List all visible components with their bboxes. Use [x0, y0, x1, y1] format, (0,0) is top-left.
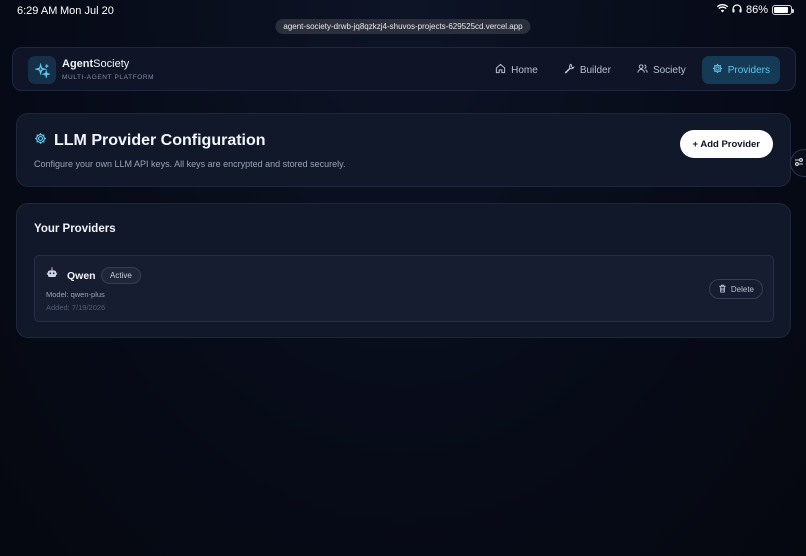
- providers-card: Your Providers Qwen Active Model: qwen-p…: [16, 203, 791, 338]
- side-panel-handle[interactable]: [790, 149, 806, 177]
- nav-builder[interactable]: Builder: [554, 56, 621, 84]
- provider-model: Model: qwen-plus: [46, 290, 105, 299]
- status-indicators: 86%: [716, 4, 794, 16]
- trash-icon: [718, 284, 727, 295]
- config-description: Configure your own LLM API keys. All key…: [34, 159, 346, 169]
- config-card: LLM Provider Configuration Configure you…: [16, 113, 791, 187]
- battery-icon: [772, 5, 794, 15]
- url-bar[interactable]: agent-society-drwb-jq8qzkzj4-shuvos-proj…: [275, 19, 531, 34]
- users-icon: [637, 63, 648, 77]
- delete-provider-button[interactable]: Delete: [708, 279, 763, 299]
- providers-heading: Your Providers: [34, 223, 116, 235]
- sparkles-icon[interactable]: [28, 56, 56, 84]
- nav-home-label: Home: [511, 64, 538, 76]
- robot-icon: [46, 267, 58, 282]
- home-icon: [495, 63, 506, 77]
- brand-subtitle: MULTI-AGENT PLATFORM: [62, 74, 155, 81]
- status-date: Mon Jul 20: [60, 5, 114, 17]
- nav-home[interactable]: Home: [485, 56, 548, 84]
- sliders-icon: [794, 154, 804, 172]
- brand-name-bold: Agent: [62, 58, 94, 70]
- battery-percent: 86%: [745, 4, 768, 16]
- nav-builder-label: Builder: [579, 64, 611, 76]
- status-time: 6:29 AM: [17, 5, 58, 17]
- nav-society[interactable]: Society: [627, 56, 696, 84]
- nav-links: Home Builder Society Providers: [485, 56, 780, 84]
- headphones-icon: [732, 4, 742, 16]
- nav-providers-label: Providers: [727, 64, 770, 76]
- status-badge: Active: [101, 267, 141, 284]
- provider-name: Qwen: [67, 270, 96, 282]
- nav-providers[interactable]: Providers: [701, 56, 780, 84]
- nav-society-label: Society: [652, 64, 686, 76]
- page-title: LLM Provider Configuration: [54, 132, 266, 149]
- provider-added-date: Added: 7/19/2026: [46, 303, 106, 312]
- delete-label: Delete: [730, 284, 754, 294]
- battery-fill: [774, 7, 788, 13]
- page: 6:29 AM Mon Jul 20 86% agent-society-drw…: [0, 0, 806, 556]
- status-bar: 6:29 AM Mon Jul 20 86% agent-society-drw…: [0, 0, 806, 34]
- add-provider-button[interactable]: + Add Provider: [679, 130, 773, 158]
- gear-icon: [34, 132, 47, 150]
- wifi-icon: [716, 4, 729, 16]
- wrench-icon: [564, 63, 575, 77]
- brand-name[interactable]: AgentSociety: [62, 58, 129, 70]
- gear-icon: [712, 63, 723, 77]
- config-title: LLM Provider Configuration: [34, 132, 266, 150]
- navbar: AgentSociety MULTI-AGENT PLATFORM Home B…: [12, 47, 796, 91]
- brand-name-rest: Society: [93, 58, 130, 70]
- provider-row: Qwen Active Model: qwen-plus Added: 7/19…: [34, 255, 774, 322]
